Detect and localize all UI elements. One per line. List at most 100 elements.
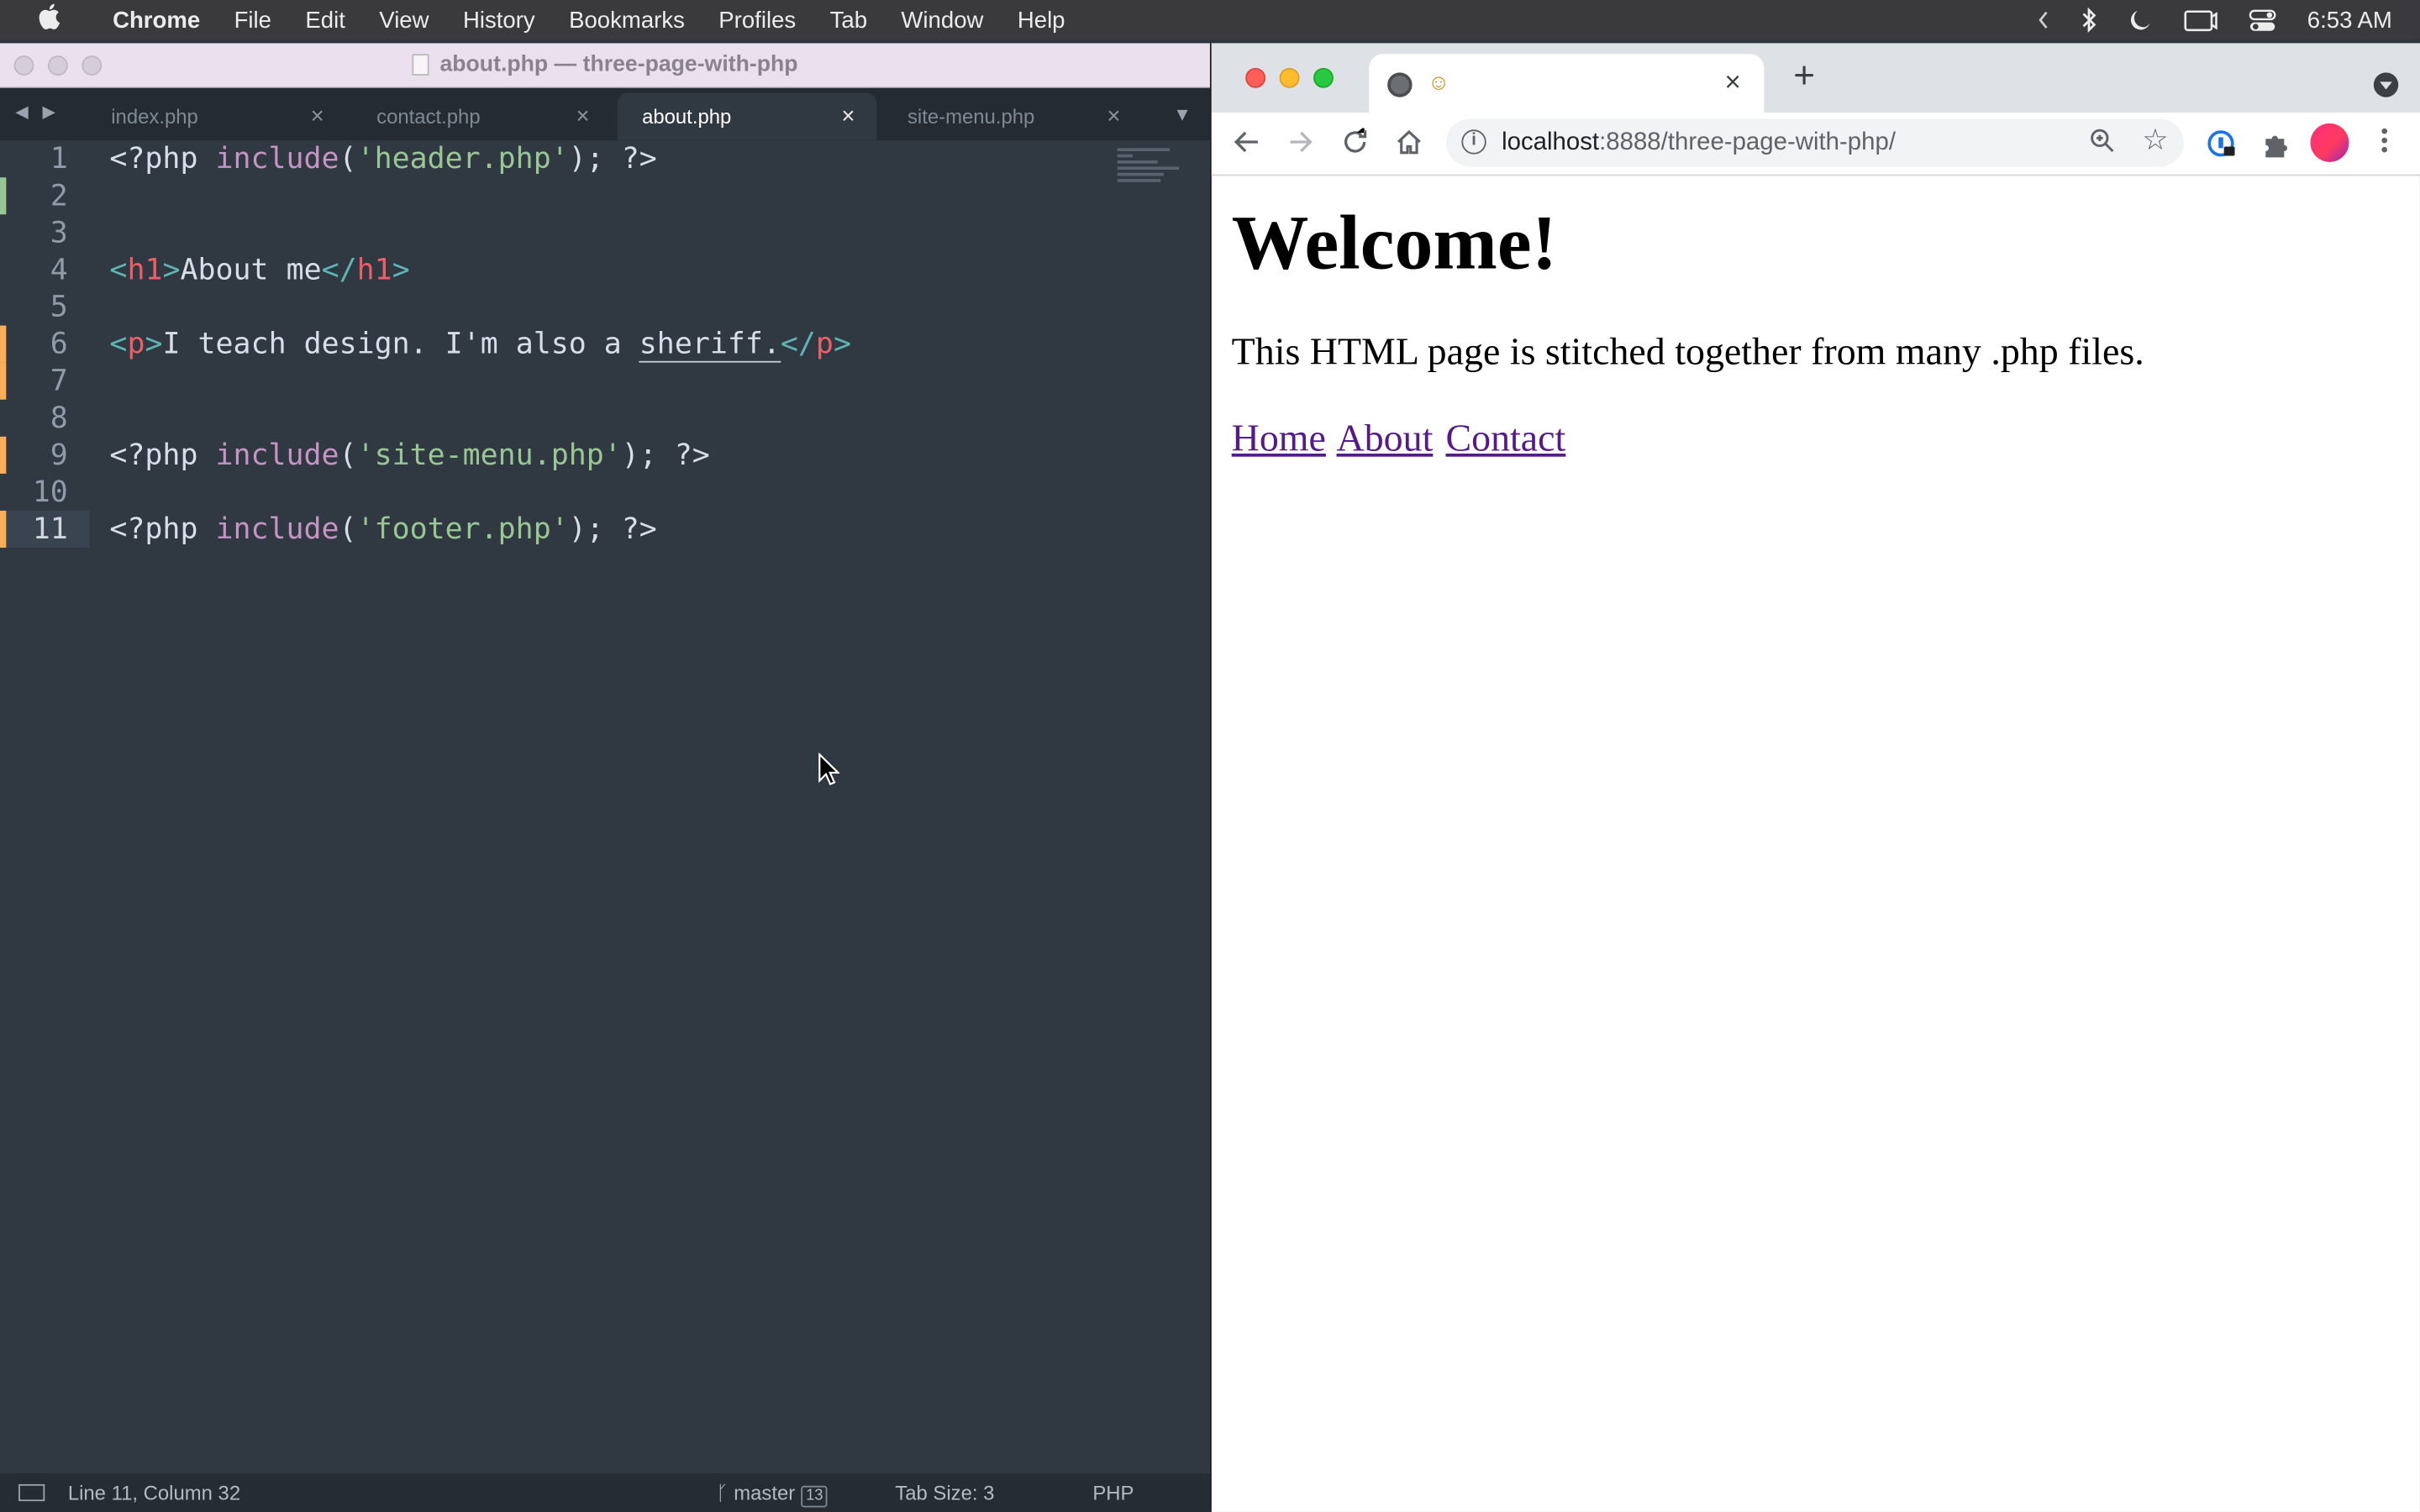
editor-window-title: about.php — three-page-with-php (439, 52, 798, 77)
menu-history[interactable]: History (446, 7, 552, 33)
close-tab-icon[interactable]: × (311, 92, 324, 140)
code-line[interactable]: 3 (0, 214, 1210, 251)
zoom-icon[interactable] (2088, 127, 2116, 162)
code-line[interactable]: 8 (0, 400, 1210, 437)
tab-list-dropdown-icon[interactable]: ▼ (1173, 103, 1192, 125)
code-token: > (145, 327, 163, 361)
close-window-button[interactable] (13, 55, 34, 76)
code-line[interactable]: 1 <?php include('header.php'); ?> (0, 140, 1210, 177)
link-home[interactable]: Home (1232, 418, 1326, 460)
menu-tab[interactable]: Tab (813, 7, 884, 33)
chrome-browser-window: ☺ × + i localhost:8888/three-page-with-p… (1209, 43, 2420, 1512)
bluetooth-icon[interactable] (2081, 8, 2097, 33)
menu-profiles[interactable]: Profiles (702, 7, 813, 33)
zoom-window-button[interactable] (82, 55, 103, 76)
tab-about-php[interactable]: about.php × (617, 92, 877, 141)
moon-icon[interactable] (2128, 8, 2153, 32)
new-tab-button[interactable]: + (1793, 55, 1815, 98)
code-line[interactable]: 2 (0, 177, 1210, 215)
close-tab-icon[interactable]: × (841, 92, 855, 140)
code-line[interactable]: 10 (0, 474, 1210, 511)
tab-label: site-menu.php (907, 104, 1035, 129)
tab-size-setting[interactable]: Tab Size: 3 (895, 1473, 994, 1512)
extensions-puzzle-icon[interactable] (2261, 129, 2292, 168)
browser-close-button[interactable] (1245, 67, 1266, 88)
more-menu-icon[interactable] (2380, 127, 2389, 155)
bookmark-star-icon[interactable]: ☆ (2142, 123, 2168, 159)
code-token: 'footer.php' (356, 512, 569, 547)
code-line[interactable]: 7 (0, 362, 1210, 400)
code-line[interactable]: 5 (0, 288, 1210, 325)
reload-icon[interactable] (1341, 126, 1369, 163)
menu-file[interactable]: File (217, 7, 288, 33)
menu-app-chrome[interactable]: Chrome (96, 7, 218, 33)
syntax-setting[interactable]: PHP (1092, 1473, 1134, 1512)
forward-arrow-icon[interactable] (1287, 128, 1315, 163)
browser-tab-active[interactable]: ☺ × (1369, 54, 1765, 113)
menubar-clock[interactable]: 6:53 AM (2307, 7, 2392, 33)
back-arrow-icon[interactable] (1234, 128, 1261, 163)
code-token: ); ?> (621, 438, 710, 473)
code-token: 'header.php' (356, 141, 569, 176)
browser-minimize-button[interactable] (1279, 67, 1300, 88)
chevron-left-icon[interactable] (2037, 11, 2049, 29)
address-url[interactable]: localhost:8888/three-page-with-php/ (1502, 118, 1896, 166)
screen-mirroring-icon[interactable] (2184, 8, 2217, 32)
code-token: About me (180, 253, 322, 287)
mouse-pointer-icon (818, 753, 840, 785)
site-info-icon[interactable]: i (1461, 129, 1486, 155)
tab-search-icon[interactable] (2373, 72, 2399, 97)
line-number: 4 (50, 253, 68, 287)
git-modified-marker (0, 510, 7, 549)
close-tab-icon[interactable]: × (1107, 92, 1120, 140)
code-token: </ (321, 253, 357, 287)
editor-status-bar: Line 11, Column 32 ᚴ master 13 Tab Size: … (0, 1473, 1210, 1512)
profile-avatar[interactable] (2310, 123, 2349, 162)
page-paragraph: This HTML page is stitched together from… (1231, 331, 2144, 374)
minimize-window-button[interactable] (47, 55, 68, 76)
menu-bookmarks[interactable]: Bookmarks (552, 7, 702, 33)
code-line[interactable]: 9 <?php include('site-menu.php'); ?> (0, 436, 1210, 474)
menu-help[interactable]: Help (1001, 7, 1082, 33)
panel-toggle-icon[interactable] (18, 1483, 45, 1502)
code-token: < (109, 327, 128, 361)
minimap[interactable] (1117, 148, 1188, 194)
code-token: > (392, 253, 410, 287)
tab-site-menu-php[interactable]: site-menu.php × (883, 92, 1143, 140)
code-line[interactable]: 11 <?php include('footer.php'); ?> (0, 510, 1210, 549)
password-manager-extension-icon[interactable] (2207, 129, 2238, 168)
git-added-marker (0, 177, 7, 215)
menu-view[interactable]: View (362, 7, 446, 33)
menu-edit[interactable]: Edit (288, 7, 362, 33)
menu-window[interactable]: Window (884, 7, 1000, 33)
link-contact[interactable]: Contact (1446, 418, 1566, 460)
git-branch[interactable]: ᚴ master 13 (716, 1473, 829, 1512)
home-icon[interactable] (1395, 128, 1423, 163)
code-token: <?php (109, 438, 216, 473)
tab-index-php[interactable]: index.php × (87, 92, 346, 140)
tab-label: contact.php (376, 104, 481, 129)
control-center-icon[interactable] (2249, 8, 2276, 32)
code-area[interactable]: 1 <?php include('header.php'); ?> 2 3 4 <h1>A… (0, 140, 1210, 1467)
line-number: 11 (0, 510, 90, 549)
site-menu: Home About Contact (1232, 417, 2420, 463)
close-tab-icon[interactable]: × (1724, 66, 1740, 99)
code-text: <?php include('header.php'); ?> (90, 140, 656, 177)
code-token: I teach design. I'm also a (162, 327, 639, 361)
line-number: 10 (32, 475, 68, 510)
apple-menu-icon[interactable] (0, 3, 96, 37)
browser-zoom-button[interactable] (1313, 67, 1334, 88)
code-token: p (127, 327, 145, 361)
tab-contact-php[interactable]: contact.php × (352, 92, 612, 140)
browser-toolbar: i localhost:8888/three-page-with-php/ ☆ (1211, 113, 2420, 176)
code-token: ); ?> (568, 512, 657, 547)
code-line[interactable]: 6 <p>I teach design. I'm also a sheriff.<… (0, 325, 1210, 363)
close-tab-icon[interactable]: × (576, 92, 590, 140)
editor-tab-bar: ◀ ▶ index.php × contact.php × about.php … (0, 87, 1210, 141)
code-line[interactable]: 4 <h1>About me</h1> (0, 251, 1210, 288)
link-about[interactable]: About (1337, 418, 1434, 460)
tab-navigation-arrows-icon[interactable]: ◀ ▶ (15, 102, 60, 122)
address-bar[interactable]: i localhost:8888/three-page-with-php/ ☆ (1445, 118, 2184, 167)
